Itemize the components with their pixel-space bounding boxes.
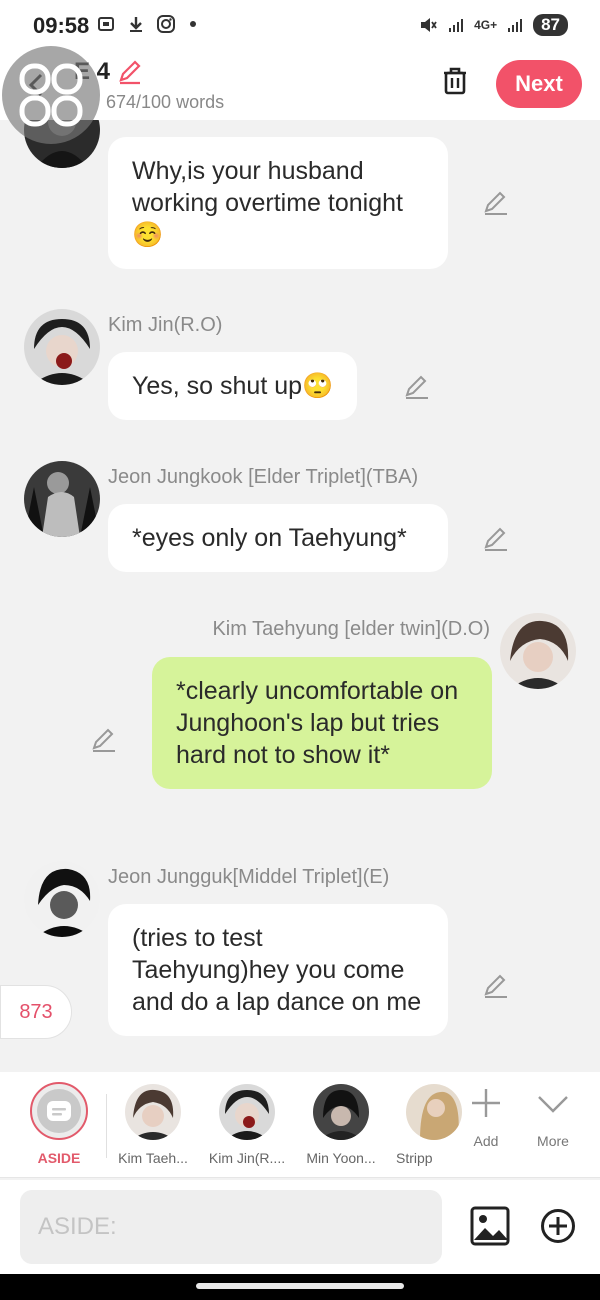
aside-label: ASIDE [37,1150,81,1166]
status-time: 09:58 [33,13,90,38]
input-row [0,1180,600,1274]
avatar[interactable] [24,309,100,385]
character-chip[interactable]: Stripp [396,1084,462,1166]
word-count: 674/100 words [106,92,225,112]
message-bubble[interactable]: (tries to test Taehyung)hey you come and… [108,904,448,1036]
speaker-name: Jeon Jungkook [Elder Triplet](TBA) [108,466,419,488]
message-bubble[interactable]: Why,is your husband working overtime ton… [108,137,448,269]
character-chip[interactable]: Min Yoon... [302,1084,380,1166]
notification-dot-icon [190,21,196,27]
home-gesture-bar[interactable] [196,1283,404,1289]
avatar[interactable] [24,461,100,537]
message-bubble[interactable]: *eyes only on Taehyung* [108,504,448,572]
avatar [125,1084,181,1140]
character-chip[interactable]: Kim Jin(R.... [208,1084,286,1166]
chevron-down-icon [538,1096,568,1113]
signal-icon-2 [508,19,523,32]
floating-assistant-icon[interactable] [2,46,100,144]
add-character-button[interactable]: Add [456,1086,516,1149]
image-icon[interactable] [470,1206,510,1246]
my-message-bubble[interactable]: *clearly uncomfortable on Junghoon's lap… [152,657,492,789]
battery-icon: 87 [533,14,568,36]
add-circle-icon[interactable] [540,1208,576,1244]
instagram-icon [157,15,175,33]
speaker-name: Kim Taehyung [elder twin](D.O) [212,618,490,640]
more-label: More [537,1133,569,1149]
network-type: 4G+ [474,18,498,32]
edit-message-icon[interactable] [482,525,510,553]
screenshot-icon [98,17,114,31]
character-bar: ASIDE Kim Taeh... Kim Jin(R.... Min Yoon… [0,1072,600,1178]
avatar [313,1084,369,1140]
avatar [406,1084,462,1140]
download-icon [130,17,142,32]
speaker-name: Kim Jin(R.O) [108,314,223,336]
mute-icon [421,18,437,32]
edit-title-icon[interactable] [116,58,144,86]
next-button[interactable]: Next [496,60,582,108]
aside-input[interactable] [20,1190,442,1264]
status-bar: 09:58 4G+ 87 [0,0,600,52]
signal-icon [449,19,464,32]
character-name: Min Yoon... [306,1150,376,1166]
edit-message-icon[interactable] [482,189,510,217]
divider [106,1094,107,1158]
more-button[interactable]: More [523,1086,583,1149]
character-name: Kim Jin(R.... [208,1150,286,1166]
character-name: Stripp [396,1150,433,1166]
trash-icon[interactable] [438,64,472,98]
add-label: Add [473,1133,499,1149]
counter-badge[interactable]: 873 [0,985,72,1039]
message-bubble[interactable]: Yes, so shut up🙄 [108,352,358,420]
edit-message-icon[interactable] [90,726,118,754]
character-chip[interactable]: Kim Taeh... [114,1084,192,1166]
edit-message-icon[interactable] [403,373,431,401]
edit-message-icon[interactable] [482,972,510,1000]
character-name: Kim Taeh... [118,1150,188,1166]
avatar [219,1084,275,1140]
status-icons-left [96,14,196,34]
speaker-name: Jeon Jungguk[Middel Triplet](E) [108,866,390,888]
aside-button[interactable] [30,1082,88,1140]
navigation-bar [0,1274,600,1300]
aside-icon [37,1089,81,1133]
avatar[interactable] [24,861,100,937]
avatar[interactable] [500,613,576,689]
chat-area[interactable]: Why,is your husband working overtime ton… [0,120,600,1072]
status-icons-right: 4G+ 87 [418,14,568,36]
plus-icon [472,1089,500,1117]
